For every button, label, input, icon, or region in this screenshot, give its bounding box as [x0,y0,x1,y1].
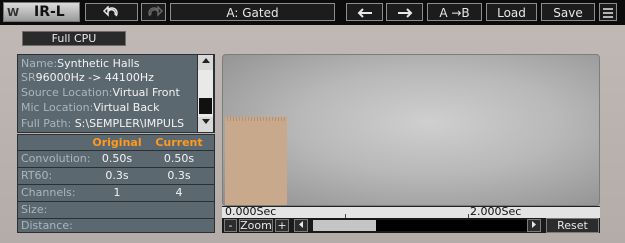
impulse-response-waveform [225,117,287,205]
sr-value: 96000Hz -> 44100Hz [35,71,154,84]
info-row-mic: Mic Location:Virtual Back [21,101,159,115]
source-value: Virtual Front [112,86,180,99]
table-row: Convolution: 0.50s 0.50s [18,151,214,167]
zoom-scroll-bar: - Zoom + [222,218,600,233]
ir-info-panel: Name:Synthetic Halls SR96000Hz -> 44100H… [17,54,215,133]
triangle-up-icon [201,58,210,63]
reset-button[interactable]: Reset [546,218,599,233]
path-label: Full Path: [21,117,72,130]
scroll-left-button[interactable] [294,219,308,232]
scroll-track[interactable] [313,220,541,231]
ir-l-plugin-window: W IR-L A: Gated A →B Load Save Full CPU … [0,0,625,243]
next-preset-button[interactable] [386,3,423,21]
row-label: Size: [21,203,48,216]
parameter-table: Original Current Convolution: 0.50s 0.50… [17,134,215,233]
row-label: Convolution: [21,152,91,165]
info-scrollbar[interactable] [197,54,214,133]
current-value: 0.3s [167,169,191,182]
path-value: S:\SEMPLER\IMPULS [74,117,185,130]
redo-icon [147,5,163,17]
mic-label: Mic Location: [21,101,94,114]
plugin-name: IR-L [34,4,65,20]
impulse-response-display[interactable] [222,54,600,206]
menu-icon [603,8,613,18]
original-value: 0.50s [101,152,133,165]
arrow-left-icon [299,221,303,228]
zoom-in-button[interactable]: + [275,219,289,232]
info-row-source: Source Location:Virtual Front [21,86,180,100]
arrow-right-icon [532,221,536,228]
save-button[interactable]: Save [541,3,595,21]
scroll-thumb[interactable] [199,98,212,114]
table-row: Channels: 1 4 [18,185,214,201]
scroll-up-button[interactable] [198,55,213,70]
redo-button[interactable] [141,3,166,21]
preset-display[interactable]: A: Gated [170,3,335,21]
zoom-out-button[interactable]: - [224,219,237,232]
current-value: 4 [175,186,183,199]
time-start-label: 0.000Sec [225,205,277,218]
table-row: Distance: [18,218,214,234]
current-value: 0.50s [163,152,195,165]
row-label: RT60: [21,169,53,182]
triangle-down-icon [201,119,210,124]
name-value: Synthetic Halls [57,57,140,70]
info-row-path: Full Path: S:\SEMPLER\IMPULS [21,117,184,131]
arrow-left-icon [357,8,372,18]
scroll-down-button[interactable] [198,117,213,132]
zoom-label: Zoom [239,219,273,232]
full-cpu-button[interactable]: Full CPU [22,31,126,46]
info-row-name: Name:Synthetic Halls [21,57,139,71]
logo: W IR-L [3,2,80,22]
info-row-sr: SR96000Hz -> 44100Hz [21,71,154,85]
column-header-current: Current [155,136,203,149]
scroll-right-button[interactable] [527,219,541,232]
row-label: Channels: [21,186,76,199]
column-header-original: Original [92,136,142,149]
a-to-b-button[interactable]: A →B [427,3,482,21]
load-button[interactable]: Load [486,3,537,21]
time-ruler: 0.000Sec 2.000Sec [222,205,600,218]
table-row: Size: [18,202,214,218]
source-label: Source Location: [21,86,113,99]
undo-icon [102,5,118,17]
arrow-right-icon [397,8,412,18]
table-header-row: Original Current [18,135,214,151]
top-toolbar: W IR-L A: Gated A →B Load Save [0,0,625,25]
original-value: 0.3s [105,169,129,182]
row-label: Distance: [21,219,73,232]
prev-preset-button[interactable] [346,3,383,21]
time-end-label: 2.000Sec [470,205,522,218]
scroll-thumb[interactable] [313,220,376,231]
menu-button[interactable] [599,3,617,21]
mic-value: Virtual Back [93,101,160,114]
original-value: 1 [113,186,121,199]
name-label: Name: [21,57,58,70]
undo-button[interactable] [85,3,138,21]
waves-logo-icon: W [7,6,19,19]
table-row: RT60: 0.3s 0.3s [18,168,214,184]
sr-label: SR [21,71,36,84]
